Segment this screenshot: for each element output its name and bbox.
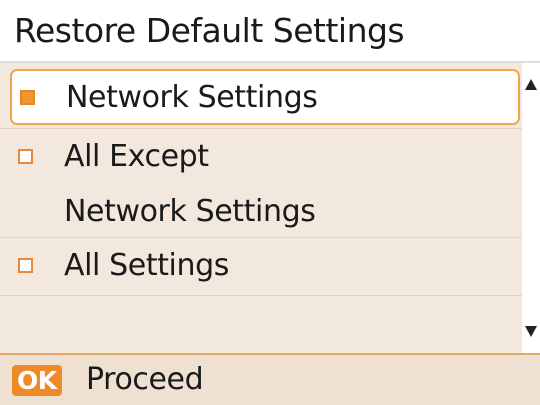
header: Restore Default Settings	[0, 0, 540, 63]
ok-button[interactable]: OK	[12, 365, 62, 396]
option-label: All Settings	[64, 248, 229, 283]
proceed-label: Proceed	[86, 362, 204, 397]
scrollbar[interactable]	[522, 63, 540, 353]
option-label: All Except	[64, 139, 209, 174]
divider	[0, 128, 522, 129]
footer: OK Proceed	[0, 353, 540, 405]
checkbox-empty-icon	[18, 149, 33, 164]
option-all-settings[interactable]: All Settings	[10, 239, 520, 295]
scroll-down-icon[interactable]	[525, 326, 537, 337]
checkbox-selected-icon	[20, 90, 35, 105]
option-label: Network Settings	[66, 80, 318, 115]
page-title: Restore Default Settings	[14, 11, 405, 50]
divider	[0, 295, 522, 296]
divider	[0, 237, 522, 238]
restore-default-settings-screen: Restore Default Settings Network Setting…	[0, 0, 540, 405]
option-network-settings[interactable]: Network Settings	[10, 69, 520, 125]
options-list: Network Settings All Except Network Sett…	[0, 63, 522, 353]
checkbox-empty-icon	[18, 258, 33, 273]
scroll-up-icon[interactable]	[525, 79, 537, 90]
option-label-line2: Network Settings	[64, 194, 316, 229]
option-all-except-network-settings[interactable]: All Except Network Settings	[10, 130, 520, 236]
